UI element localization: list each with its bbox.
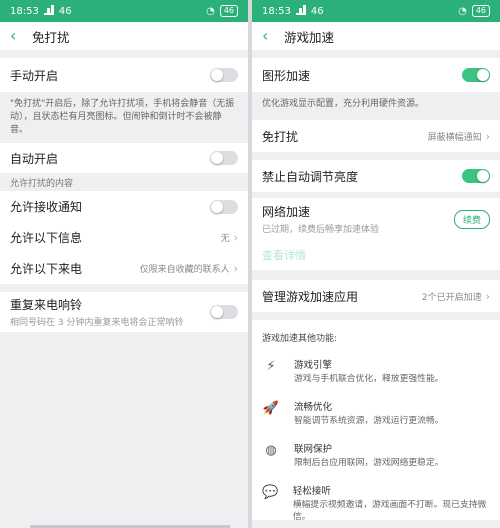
allow-messages-value: 无 bbox=[220, 234, 230, 244]
view-details-link[interactable]: 查看详情 bbox=[262, 247, 306, 263]
manual-enable-label: 手动开启 bbox=[10, 68, 59, 83]
feature-title: 流畅优化 bbox=[294, 402, 333, 413]
features-caption: 游戏加速其他功能: bbox=[262, 334, 338, 344]
game-dnd-value: 屏蔽横幅通知 bbox=[427, 132, 482, 143]
auto-enable-toggle[interactable] bbox=[210, 151, 238, 165]
auto-enable-label: 自动开启 bbox=[10, 151, 59, 166]
feature-desc: 游戏与手机联合优化，释放更强性能。 bbox=[294, 374, 444, 384]
page-title: 游戏加速 bbox=[284, 29, 335, 45]
chevron-right-icon: › bbox=[233, 262, 238, 275]
battery-icon: 46 bbox=[471, 5, 490, 17]
feature-item: ⚡ 游戏引擎游戏与手机联合优化，释放更强性能。 bbox=[252, 350, 500, 392]
feature-desc: 横幅提示视频邀请，游戏画面不打断。现已支持微信。 bbox=[292, 500, 487, 522]
allow-messages-label: 允许以下信息 bbox=[10, 231, 83, 245]
signal-label: 46 bbox=[310, 5, 324, 17]
wifi-icon: ◔ bbox=[206, 5, 215, 17]
repeat-call-row[interactable]: 重复来电响铃 相同号码在 3 分钟内重复来电将会正常响铃 bbox=[0, 292, 248, 332]
chevron-right-icon: › bbox=[485, 289, 490, 303]
manage-apps-value: 2个已开启加速 bbox=[421, 292, 482, 303]
signal-label: 46 bbox=[58, 5, 72, 17]
status-time: 18:53 bbox=[10, 5, 39, 17]
signal-icon bbox=[43, 5, 54, 15]
status-bar: 18:53 46 ◔ 46 bbox=[252, 0, 500, 22]
game-dnd-row[interactable]: 免打扰 屏蔽横幅通知 › bbox=[252, 120, 500, 152]
no-auto-brightness-label: 禁止自动调节亮度 bbox=[262, 169, 359, 184]
feature-item: 🚀 流畅优化智能调节系统资源，游戏运行更流畅。 bbox=[252, 392, 500, 434]
app-bar: ‹ 游戏加速 bbox=[252, 22, 500, 50]
allowed-content-caption: 允许打扰的内容 bbox=[10, 179, 74, 189]
feature-title: 联网保护 bbox=[294, 444, 333, 455]
network-boost-sub: 已过期，续费后畅享加速体验 bbox=[262, 225, 380, 235]
view-details-row: 查看详情 bbox=[252, 240, 500, 270]
game-boost-screen: 18:53 46 ◔ 46 ‹ 游戏加速 图形加速 优化游戏显示配置，充分利用硬… bbox=[252, 0, 500, 528]
allow-notify-label: 允许接收通知 bbox=[10, 200, 83, 214]
feature-desc: 智能调节系统资源，游戏运行更流畅。 bbox=[294, 416, 444, 426]
allow-messages-row[interactable]: 允许以下信息 无 › bbox=[0, 222, 248, 253]
manual-enable-row[interactable]: 手动开启 bbox=[0, 58, 248, 92]
features-panel: 游戏加速其他功能: ⚡ 游戏引擎游戏与手机联合优化，释放更强性能。 🚀 流畅优化智能调… bbox=[252, 320, 500, 522]
features-list: ⚡ 游戏引擎游戏与手机联合优化，释放更强性能。 🚀 流畅优化智能调节系统资源，游戏运行… bbox=[252, 350, 500, 528]
rocket-icon: 🚀 bbox=[262, 400, 280, 416]
graphics-boost-toggle[interactable] bbox=[462, 68, 490, 82]
chat-bubble-icon: 💬 bbox=[262, 484, 279, 500]
auto-enable-row[interactable]: 自动开启 bbox=[0, 143, 248, 173]
manage-apps-label: 管理游戏加速应用 bbox=[262, 289, 359, 304]
chevron-right-icon: › bbox=[485, 129, 490, 143]
allow-notify-toggle[interactable] bbox=[210, 199, 238, 214]
status-time: 18:53 bbox=[262, 5, 291, 17]
allow-calls-label: 允许以下来电 bbox=[10, 262, 83, 276]
dnd-settings-screen: 18:53 46 ◔ 46 ‹ 免打扰 手动开启 "免打扰"开启后，除了允许打扰… bbox=[0, 0, 248, 528]
back-arrow-icon[interactable]: ‹ bbox=[262, 28, 280, 44]
battery-icon: 46 bbox=[219, 5, 238, 17]
dnd-description: "免打扰"开启后，除了允许打扰项，手机将会静音（无振动），且状态栏有月亮图标。但… bbox=[10, 99, 235, 135]
network-boost-label: 网络加速 bbox=[262, 205, 311, 219]
graphics-boost-note: 优化游戏显示配置，充分利用硬件资源。 bbox=[262, 99, 425, 109]
status-bar: 18:53 46 ◔ 46 bbox=[0, 0, 248, 22]
no-auto-brightness-row[interactable]: 禁止自动调节亮度 bbox=[252, 160, 500, 192]
feature-title: 游戏引擎 bbox=[294, 360, 333, 371]
repeat-call-label: 重复来电响铃 bbox=[10, 298, 83, 312]
back-arrow-icon[interactable]: ‹ bbox=[10, 28, 28, 44]
renew-button[interactable]: 续费 bbox=[453, 209, 490, 229]
wifi-icon: ◔ bbox=[458, 5, 467, 17]
page-title: 免打扰 bbox=[32, 29, 70, 45]
lightning-icon: ⚡ bbox=[266, 358, 276, 374]
allow-notify-row[interactable]: 允许接收通知 bbox=[0, 191, 248, 222]
app-bar: ‹ 免打扰 bbox=[0, 22, 248, 50]
allow-calls-row[interactable]: 允许以下来电 仅限来自收藏的联系人 › bbox=[0, 253, 248, 284]
feature-title: 轻松接听 bbox=[292, 486, 331, 497]
graphics-boost-label: 图形加速 bbox=[262, 68, 311, 83]
graphics-boost-row[interactable]: 图形加速 bbox=[252, 58, 500, 92]
signal-icon bbox=[295, 5, 306, 15]
no-auto-brightness-toggle[interactable] bbox=[462, 169, 490, 183]
network-boost-row: 网络加速 已过期，续费后畅享加速体验 续费 bbox=[252, 198, 500, 240]
globe-icon: ◍ bbox=[265, 442, 277, 458]
allow-calls-value: 仅限来自收藏的联系人 bbox=[139, 265, 230, 275]
repeat-call-toggle[interactable] bbox=[210, 305, 238, 319]
feature-item: 💬 轻松接听横幅提示视频邀请，游戏画面不打断。现已支持微信。 bbox=[252, 476, 500, 528]
repeat-call-sub: 相同号码在 3 分钟内重复来电将会正常响铃 bbox=[10, 318, 184, 328]
chevron-right-icon: › bbox=[233, 231, 238, 244]
manage-apps-row[interactable]: 管理游戏加速应用 2个已开启加速 › bbox=[252, 280, 500, 312]
manual-enable-toggle[interactable] bbox=[210, 68, 238, 82]
feature-desc: 限制后台应用联网，游戏网络更稳定。 bbox=[294, 458, 444, 468]
game-dnd-label: 免打扰 bbox=[262, 129, 299, 144]
feature-item: ◍ 联网保护限制后台应用联网，游戏网络更稳定。 bbox=[252, 434, 500, 476]
